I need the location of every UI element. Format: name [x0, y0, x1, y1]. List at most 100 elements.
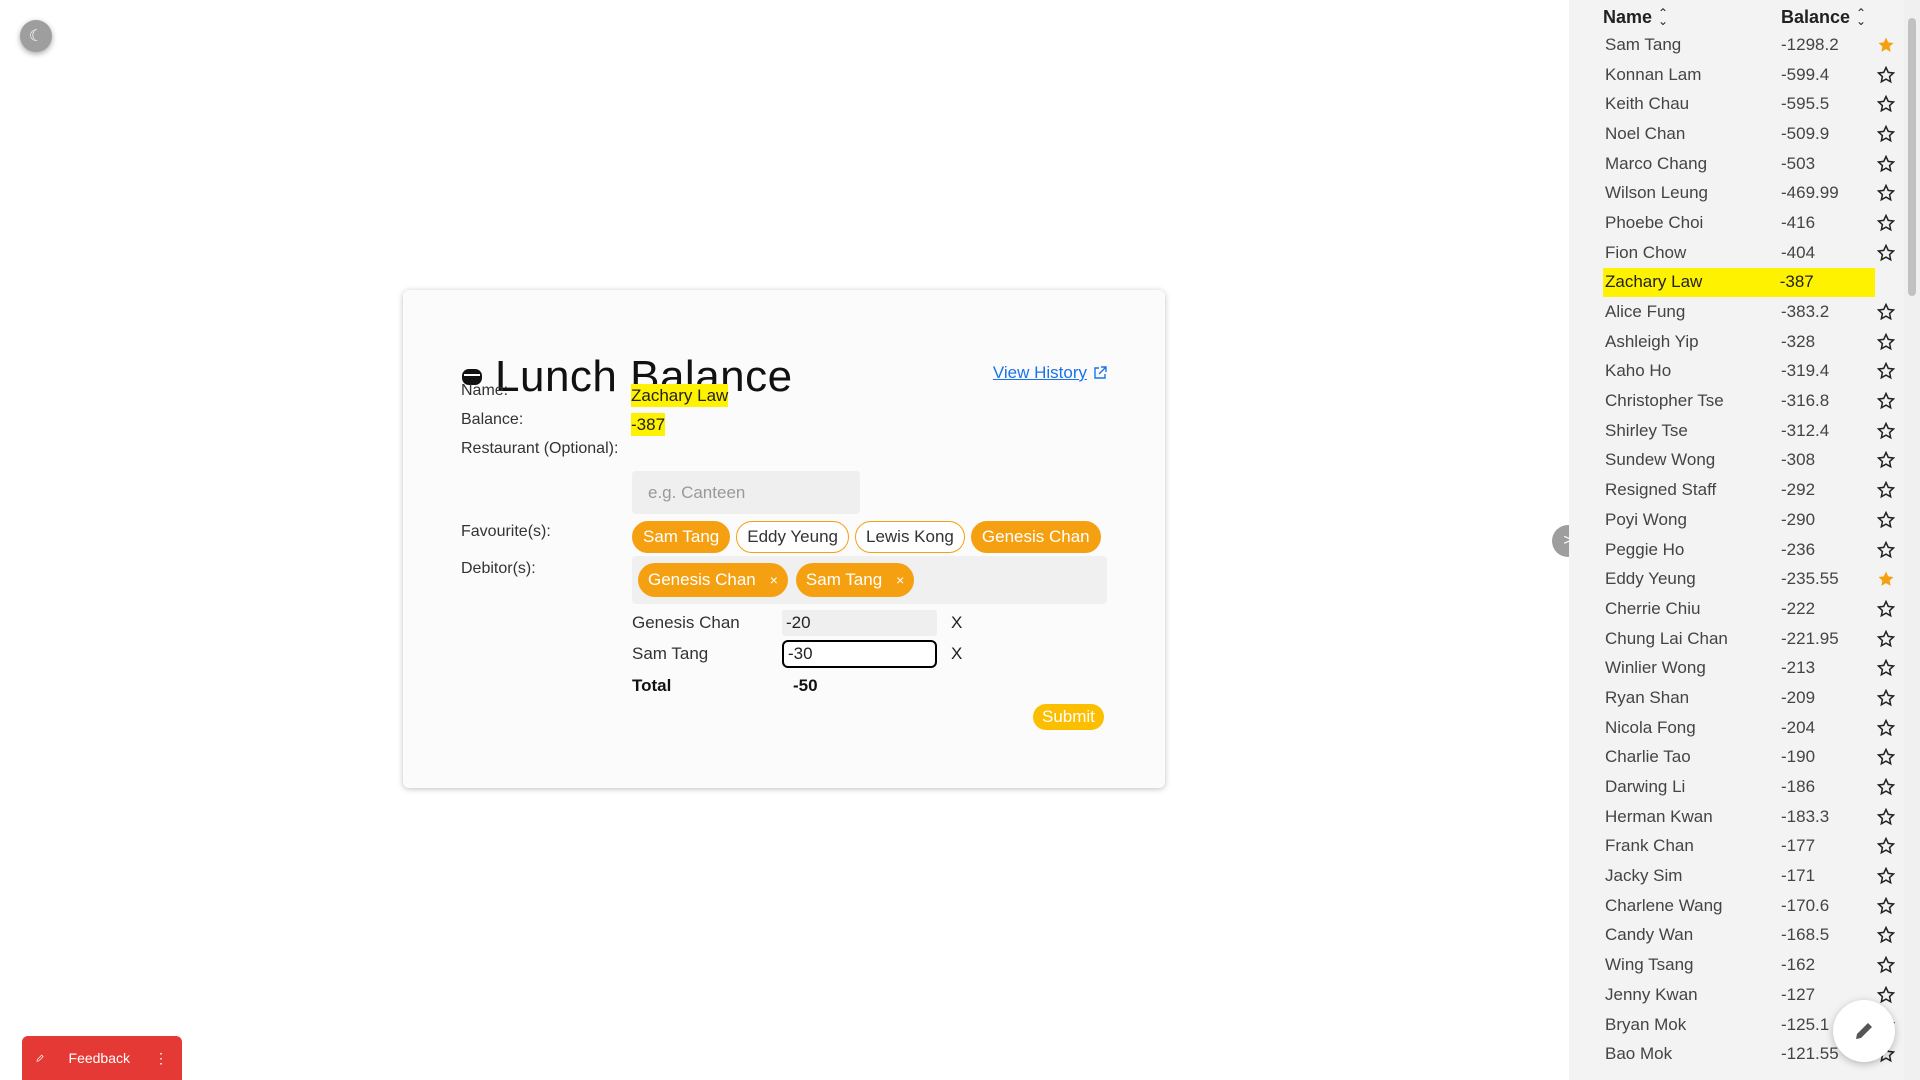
view-history-link[interactable]: View History	[993, 363, 1107, 383]
star-outline-icon[interactable]	[1877, 778, 1895, 796]
remove-amount-button[interactable]: X	[951, 613, 962, 633]
star-outline-icon[interactable]	[1877, 718, 1895, 737]
star-outline-icon[interactable]	[1877, 956, 1895, 974]
table-row[interactable]: Charlie Tao -190	[1603, 743, 1903, 773]
star-outline-icon[interactable]	[1877, 985, 1895, 1004]
table-row[interactable]: Phoebe Choi -416	[1603, 208, 1903, 238]
row-name: Chung Lai Chan	[1605, 628, 1728, 648]
table-row[interactable]: Nicola Fong -204	[1603, 713, 1903, 743]
row-name: Darwing Li	[1605, 777, 1686, 797]
star-outline-icon[interactable]	[1877, 213, 1895, 232]
table-row[interactable]: Noel Chan -509.9	[1603, 119, 1903, 149]
table-row[interactable]: Resigned Staff -292	[1603, 475, 1903, 505]
star-outline-icon[interactable]	[1877, 837, 1895, 855]
star-outline-icon[interactable]	[1877, 65, 1895, 84]
table-row[interactable]: Herman Kwan -183.3	[1603, 802, 1903, 832]
name-column-header[interactable]: Name ⌃ ⌄	[1603, 4, 1781, 30]
name-value: Zachary Law	[631, 384, 729, 407]
star-outline-icon[interactable]	[1877, 867, 1895, 885]
table-row[interactable]: Konnan Lam -599.4	[1603, 60, 1903, 90]
table-row[interactable]: Darwing Li -186	[1603, 772, 1903, 802]
star-outline-icon[interactable]	[1877, 896, 1895, 915]
amount-input[interactable]	[782, 610, 937, 636]
star-outline-icon[interactable]	[1877, 688, 1895, 707]
table-row[interactable]: Shirley Tse -312.4	[1603, 416, 1903, 446]
star-outline-icon[interactable]	[1877, 95, 1895, 113]
table-row[interactable]: Fion Chow -404	[1603, 238, 1903, 268]
scrollbar-thumb[interactable]	[1908, 18, 1916, 296]
theme-toggle-button[interactable]: ☾	[20, 20, 52, 52]
star-outline-icon[interactable]	[1877, 392, 1895, 410]
table-row[interactable]: Winlier Wong -213	[1603, 653, 1903, 683]
row-balance: -308	[1781, 450, 1816, 470]
star-outline-icon[interactable]	[1877, 599, 1895, 618]
star-outline-icon[interactable]	[1877, 659, 1895, 677]
row-name: Cherrie Chiu	[1605, 598, 1701, 618]
table-row[interactable]: Keith Chau -595.5	[1603, 89, 1903, 119]
table-row[interactable]: Christopher Tse -316.8	[1603, 386, 1903, 416]
table-row[interactable]: Charlene Wang -170.6	[1603, 891, 1903, 921]
table-row[interactable]: Marco Chang -503	[1603, 149, 1903, 179]
star-outline-icon[interactable]	[1877, 243, 1895, 262]
favourite-chip[interactable]: Genesis Chan	[970, 521, 1101, 553]
table-row[interactable]: Sam Tang -1298.2	[1603, 30, 1903, 60]
star-outline-icon[interactable]	[1877, 629, 1895, 648]
table-row[interactable]: Ashleigh Yip -328	[1603, 327, 1903, 357]
debitors-select[interactable]: Genesis Chan × Sam Tang ×	[632, 556, 1107, 604]
feedback-button[interactable]: Feedback ⋮	[22, 1036, 182, 1080]
favourite-chip[interactable]: Lewis Kong	[855, 521, 965, 553]
restaurant-input[interactable]	[632, 471, 860, 514]
star-outline-icon[interactable]	[1877, 510, 1895, 529]
table-row[interactable]: Sundew Wong -308	[1603, 446, 1903, 476]
star-filled-icon[interactable]	[1877, 570, 1895, 588]
favourite-chip[interactable]: Eddy Yeung	[736, 521, 849, 553]
row-name: Peggie Ho	[1605, 539, 1685, 559]
star-outline-icon[interactable]	[1877, 303, 1895, 321]
row-name: Christopher Tse	[1605, 391, 1724, 411]
more-options-icon[interactable]: ⋮	[154, 1050, 168, 1067]
name-header-label: Name	[1603, 6, 1653, 27]
remove-amount-button[interactable]: X	[951, 644, 962, 664]
star-outline-icon[interactable]	[1877, 154, 1895, 173]
row-balance: -171	[1781, 866, 1816, 886]
remove-debitor-icon[interactable]: ×	[896, 572, 904, 588]
table-row[interactable]: Eddy Yeung -235.55	[1603, 564, 1903, 594]
star-outline-icon[interactable]	[1877, 362, 1895, 380]
scrollbar[interactable]	[1904, 0, 1920, 1080]
row-balance: -503	[1781, 153, 1816, 173]
table-row[interactable]: Poyi Wong -290	[1603, 505, 1903, 535]
star-outline-icon[interactable]	[1877, 421, 1895, 440]
submit-button[interactable]: Submit	[1033, 704, 1104, 730]
favourite-chip[interactable]: Sam Tang	[632, 521, 731, 553]
amount-row: Sam Tang X	[632, 640, 962, 668]
table-row[interactable]: Kaho Ho -319.4	[1603, 357, 1903, 387]
table-row[interactable]: Cherrie Chiu -222	[1603, 594, 1903, 624]
star-outline-icon[interactable]	[1877, 481, 1895, 499]
table-row[interactable]: Zachary Law -387	[1603, 267, 1875, 298]
table-row[interactable]: Wing Tsang -162	[1603, 950, 1903, 980]
star-outline-icon[interactable]	[1877, 124, 1895, 143]
row-name: Charlie Tao	[1605, 747, 1691, 767]
star-outline-icon[interactable]	[1877, 540, 1895, 559]
table-row[interactable]: Alice Fung -383.2	[1603, 297, 1903, 327]
star-outline-icon[interactable]	[1877, 926, 1895, 944]
balance-column-header[interactable]: Balance ⌃ ⌄	[1781, 4, 1866, 30]
table-row[interactable]: Jacky Sim -171	[1603, 861, 1903, 891]
star-outline-icon[interactable]	[1877, 451, 1895, 469]
row-balance: -177	[1781, 836, 1816, 856]
star-outline-icon[interactable]	[1877, 332, 1895, 351]
table-row[interactable]: Candy Wan -168.5	[1603, 921, 1903, 951]
star-outline-icon[interactable]	[1877, 807, 1895, 826]
row-balance: -383.2	[1781, 302, 1830, 322]
table-row[interactable]: Ryan Shan -209	[1603, 683, 1903, 713]
amount-input[interactable]	[782, 640, 937, 668]
remove-debitor-icon[interactable]: ×	[770, 572, 778, 588]
edit-button[interactable]	[1833, 1000, 1895, 1062]
table-row[interactable]: Chung Lai Chan -221.95	[1603, 624, 1903, 654]
star-filled-icon[interactable]	[1877, 36, 1895, 54]
table-row[interactable]: Wilson Leung -469.99	[1603, 178, 1903, 208]
star-outline-icon[interactable]	[1877, 748, 1895, 766]
table-row[interactable]: Frank Chan -177	[1603, 832, 1903, 862]
table-row[interactable]: Peggie Ho -236	[1603, 535, 1903, 565]
star-outline-icon[interactable]	[1877, 184, 1895, 202]
